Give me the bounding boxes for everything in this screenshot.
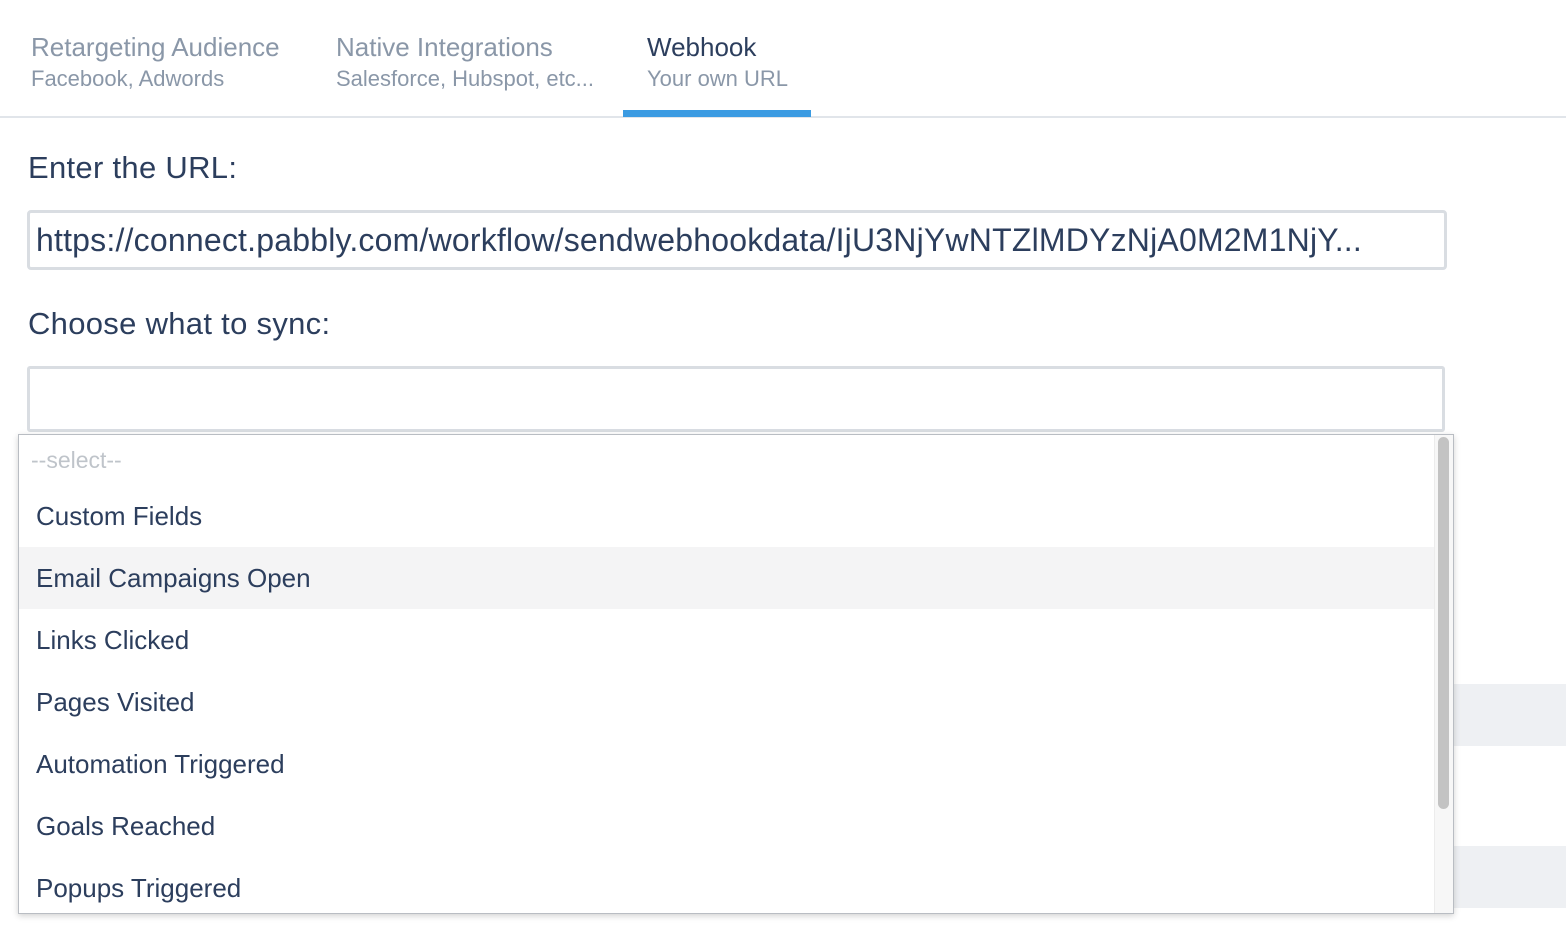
tab-webhook[interactable]: Webhook Your own URL — [647, 30, 788, 116]
sync-dropdown-list[interactable]: --select-- Custom Fields Email Campaigns… — [18, 434, 1454, 914]
tab-title: Native Integrations — [336, 32, 553, 62]
option-pages-visited[interactable]: Pages Visited — [19, 671, 1437, 733]
option-email-campaigns-open[interactable]: Email Campaigns Open — [19, 547, 1437, 609]
sync-label: Choose what to sync: — [28, 306, 331, 341]
webhook-url-input[interactable]: https://connect.pabbly.com/workflow/send… — [27, 210, 1447, 270]
active-tab-indicator — [623, 110, 811, 117]
option-goals-reached[interactable]: Goals Reached — [19, 795, 1437, 857]
webhook-settings-page: Retargeting Audience Facebook, Adwords N… — [0, 0, 1566, 944]
dropdown-placeholder-option[interactable]: --select-- — [19, 435, 1437, 485]
option-popups-triggered[interactable]: Popups Triggered — [19, 857, 1437, 913]
tab-native-integrations[interactable]: Native Integrations Salesforce, Hubspot,… — [336, 30, 594, 116]
dropdown-scrollbar[interactable] — [1434, 435, 1453, 913]
background-row — [1452, 684, 1566, 746]
tab-subtitle: Facebook, Adwords — [31, 66, 225, 91]
scrollbar-thumb[interactable] — [1438, 437, 1449, 809]
option-custom-fields[interactable]: Custom Fields — [19, 485, 1437, 547]
sync-select[interactable] — [27, 366, 1445, 432]
tab-subtitle: Salesforce, Hubspot, etc... — [336, 66, 595, 91]
tab-title: Webhook — [647, 32, 757, 62]
option-automation-triggered[interactable]: Automation Triggered — [19, 733, 1437, 795]
tab-title: Retargeting Audience — [31, 32, 280, 62]
background-row — [1452, 846, 1566, 908]
option-links-clicked[interactable]: Links Clicked — [19, 609, 1437, 671]
tab-subtitle: Your own URL — [647, 66, 789, 91]
url-label: Enter the URL: — [28, 150, 238, 185]
tab-retargeting-audience[interactable]: Retargeting Audience Facebook, Adwords — [31, 30, 280, 116]
dropdown-options: --select-- Custom Fields Email Campaigns… — [19, 435, 1437, 913]
integration-tabs: Retargeting Audience Facebook, Adwords N… — [0, 0, 1566, 118]
